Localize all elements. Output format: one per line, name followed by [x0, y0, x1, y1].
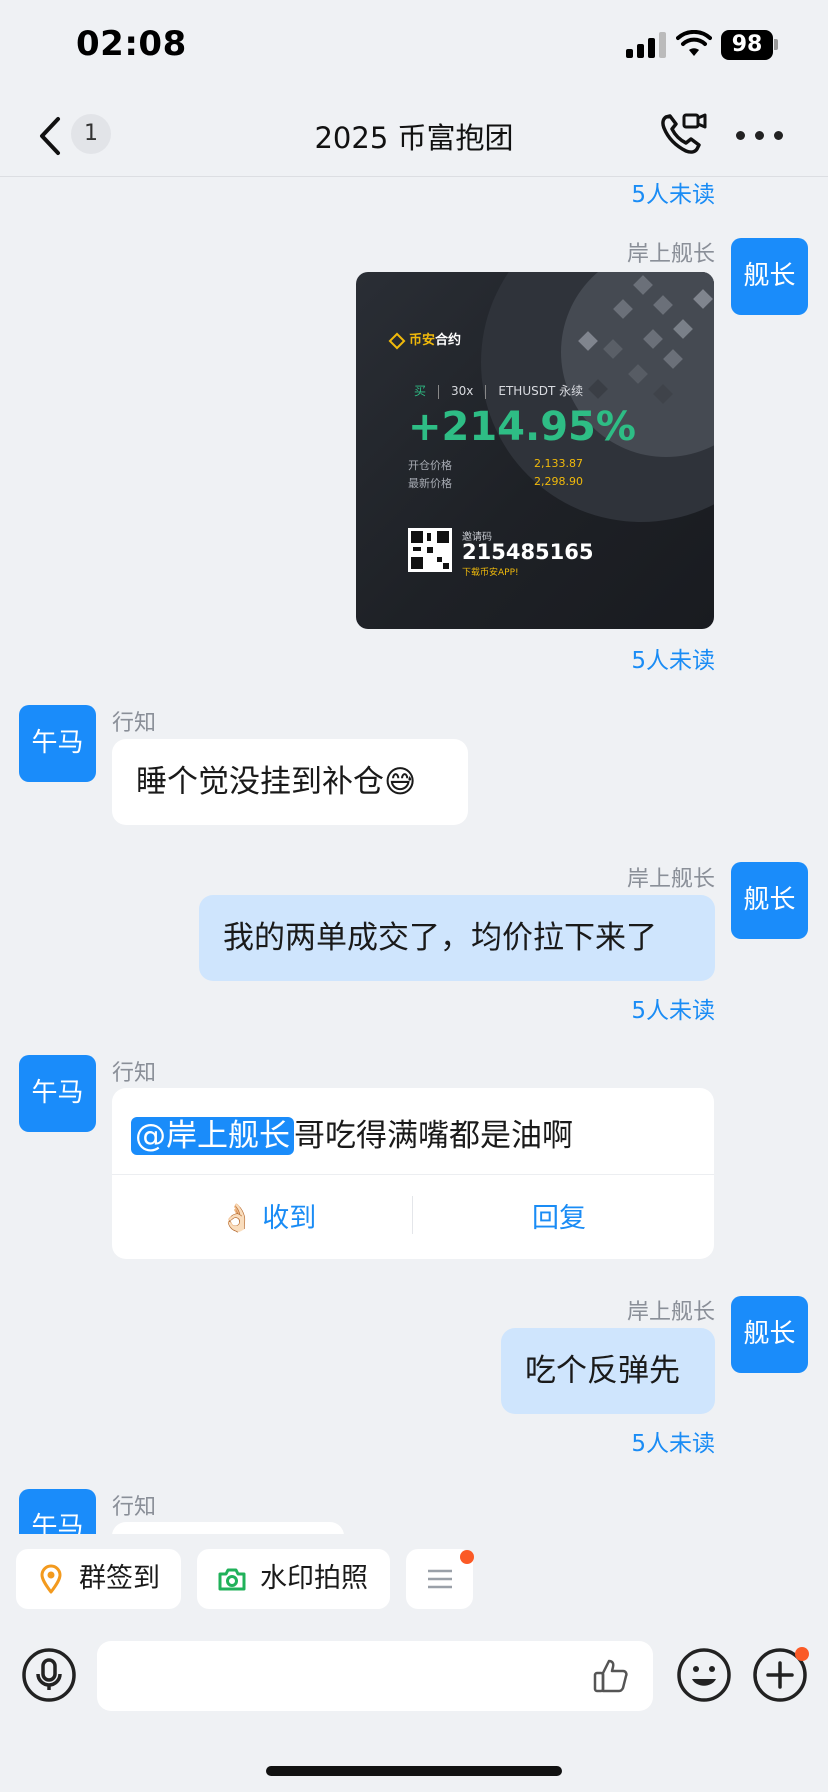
message-bubble[interactable] — [112, 1522, 344, 1534]
watermark-label: 水印拍照 — [260, 1563, 368, 1594]
watermark-camera-button[interactable]: 水印拍照 — [197, 1549, 390, 1609]
message-bubble[interactable]: 我的两单成交了，均价拉下来了 — [199, 895, 715, 981]
card-pnl: +214.95% — [408, 404, 636, 450]
shared-trade-card-image[interactable]: 币安合约 买 30x ETHUSDT 永续 +214.95% 开仓价格 2,133.… — [356, 272, 714, 629]
read-receipt[interactable]: 5人未读 — [631, 178, 715, 209]
checkin-label: 群签到 — [79, 1563, 160, 1594]
read-receipt[interactable]: 5人未读 — [631, 1424, 715, 1458]
message-bubble[interactable]: 睡个觉没挂到补仓😅 — [112, 739, 468, 825]
sender-name: 岸上舰长 — [626, 1300, 715, 1325]
menu-lines-icon — [428, 1569, 452, 1589]
card-last-label: 最新价格 — [408, 477, 452, 490]
location-pin-icon — [40, 1564, 62, 1594]
avatar[interactable]: 午马 — [19, 1489, 96, 1534]
sender-name: 行知 — [112, 711, 157, 736]
card-entry-label: 开仓价格 — [408, 459, 452, 472]
avatar[interactable]: 午马 — [19, 705, 96, 782]
avatar[interactable]: 舰长 — [731, 1296, 808, 1373]
home-indicator — [266, 1766, 562, 1776]
wifi-icon — [676, 30, 712, 56]
status-bar: 02:08 98 — [0, 0, 828, 95]
card-last-value: 2,298.90 — [534, 475, 583, 488]
message-text: @岸上舰长 哥吃得满嘴都是油啊 — [131, 1110, 573, 1155]
binance-logo-icon — [388, 332, 406, 349]
sender-name: 岸上舰长 — [626, 242, 715, 267]
checkin-button[interactable]: 群签到 — [16, 1549, 181, 1609]
avatar[interactable]: 舰长 — [731, 862, 808, 939]
battery-tip — [774, 39, 778, 50]
sender-name: 岸上舰长 — [626, 867, 715, 892]
avatar[interactable]: 舰长 — [731, 238, 808, 315]
message-list[interactable]: 5人未读 岸上舰长 舰长 币安合约 买 30x ETHUSDT 永续 +214.95… — [0, 178, 828, 1534]
divider — [412, 1196, 413, 1234]
cellular-signal-icon — [626, 32, 668, 58]
sender-name: 行知 — [112, 1061, 157, 1086]
camera-icon — [218, 1568, 246, 1591]
read-receipt[interactable]: 5人未读 — [631, 991, 715, 1025]
card-download-text: 下载币安APP! — [462, 568, 519, 578]
read-receipt[interactable]: 5人未读 — [631, 641, 715, 675]
card-entry-value: 2,133.87 — [534, 457, 583, 470]
avatar[interactable]: 午马 — [19, 1055, 96, 1132]
message-bubble[interactable]: 吃个反弹先 — [501, 1328, 715, 1414]
battery-indicator: 98 — [721, 30, 773, 60]
ok-hand-icon: 👌🏻 — [220, 1203, 254, 1234]
message-input[interactable] — [97, 1641, 653, 1711]
emoji-icon[interactable] — [676, 1647, 732, 1703]
divider — [112, 1174, 714, 1175]
card-position-meta: 买 30x ETHUSDT 永续 — [414, 384, 584, 399]
card-brand: 币安合约 — [388, 329, 461, 349]
acknowledge-button[interactable]: 👌🏻 收到 — [220, 1196, 316, 1235]
more-options-icon[interactable] — [736, 131, 784, 141]
notification-dot — [460, 1550, 474, 1564]
mention-tag[interactable]: @岸上舰长 — [131, 1117, 294, 1155]
voice-input-icon[interactable] — [21, 1647, 77, 1703]
qr-code-icon — [408, 528, 452, 572]
status-time: 02:08 — [76, 24, 187, 64]
mention-message-bubble[interactable]: @岸上舰长 哥吃得满嘴都是油啊 👌🏻 收到 回复 — [112, 1088, 714, 1259]
message-body: 哥吃得满嘴都是油啊 — [294, 1118, 573, 1154]
reply-button[interactable]: 回复 — [532, 1196, 586, 1235]
notification-dot — [795, 1647, 809, 1661]
thumbs-up-icon[interactable] — [591, 1656, 631, 1696]
chat-header: 1 2025 币富抱团 — [0, 95, 828, 177]
card-invite-code: 215485165 — [462, 540, 594, 564]
sender-name: 行知 — [112, 1495, 157, 1520]
video-call-icon[interactable] — [658, 111, 708, 157]
